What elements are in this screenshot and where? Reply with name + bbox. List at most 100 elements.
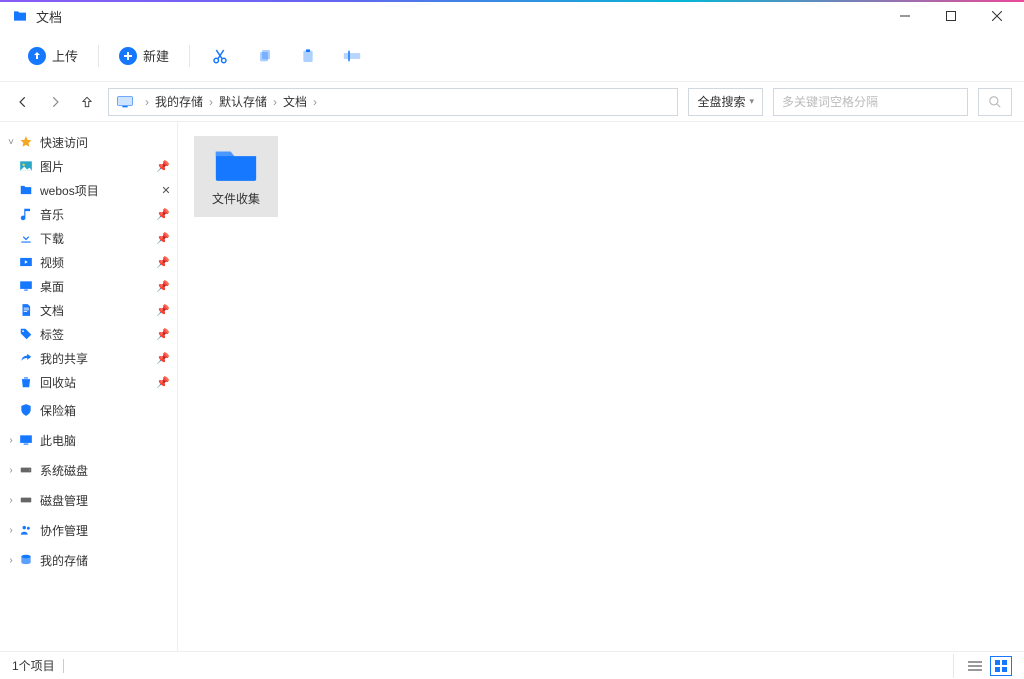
toolbar: 上传 新建 (0, 30, 1024, 82)
sidebar-collab[interactable]: › 协作管理 (0, 518, 177, 542)
close-icon[interactable]: ✕ (161, 184, 171, 197)
chevron-right-icon: › (273, 95, 277, 109)
sidebar-item-label: 标签 (40, 326, 155, 343)
pin-icon: 📌 (155, 208, 171, 221)
sidebar-item-music[interactable]: 音乐 📌 (0, 202, 177, 226)
chevron-right-icon: › (4, 525, 18, 536)
disk-icon (18, 462, 34, 478)
sidebar-safe-label: 保险箱 (40, 402, 177, 419)
search-input-wrapper (773, 88, 968, 116)
address-bar[interactable]: › 我的存储 › 默认存储 › 文档 › (108, 88, 678, 116)
minimize-button[interactable] (882, 2, 928, 30)
quick-access-label: 快速访问 (40, 134, 177, 151)
breadcrumb-item[interactable]: 默认存储 (219, 93, 267, 110)
star-icon (18, 134, 34, 150)
sidebar-quick-access[interactable]: ˅ 快速访问 (0, 130, 177, 154)
folder-item[interactable]: 文件收集 (194, 136, 278, 217)
folder-icon (214, 146, 258, 182)
sidebar-item-label: 音乐 (40, 206, 155, 223)
sidebar-sysdisk-label: 系统磁盘 (40, 462, 177, 479)
sidebar-my-storage[interactable]: › 我的存储 (0, 548, 177, 572)
new-label: 新建 (143, 46, 169, 65)
plus-icon (119, 47, 137, 65)
search-scope-dropdown[interactable]: 全盘搜索 ▾ (688, 88, 763, 116)
new-button[interactable]: 新建 (103, 40, 185, 71)
sidebar-item-label: 视频 (40, 254, 155, 271)
sidebar-collab-label: 协作管理 (40, 522, 177, 539)
share-icon (18, 350, 34, 366)
titlebar: 文档 (0, 0, 1024, 30)
upload-button[interactable]: 上传 (12, 40, 94, 71)
pin-icon: 📌 (155, 352, 171, 365)
up-button[interactable] (76, 91, 98, 113)
search-input[interactable] (782, 95, 959, 109)
tag-icon (18, 326, 34, 342)
breadcrumb-item[interactable]: 我的存储 (155, 93, 203, 110)
sidebar-mystorage-label: 我的存储 (40, 552, 177, 569)
breadcrumb-item[interactable]: 文档 (283, 93, 307, 110)
separator-icon (953, 654, 954, 678)
maximize-button[interactable] (928, 2, 974, 30)
sidebar-this-pc-label: 此电脑 (40, 432, 177, 449)
list-view-button[interactable] (964, 656, 986, 676)
sidebar-item-downloads[interactable]: 下载 📌 (0, 226, 177, 250)
sidebar-this-pc[interactable]: › 此电脑 (0, 428, 177, 452)
grid-view-button[interactable] (990, 656, 1012, 676)
sidebar: ˅ 快速访问 图片 📌 webos项目 ✕ 音乐 📌 下载 📌 视频 (0, 122, 178, 651)
sidebar-item-documents[interactable]: 文档 📌 (0, 298, 177, 322)
chevron-down-icon: ˅ (4, 137, 18, 148)
sidebar-item-myshare[interactable]: 我的共享 📌 (0, 346, 177, 370)
sidebar-item-pictures[interactable]: 图片 📌 (0, 154, 177, 178)
pin-icon: 📌 (155, 160, 171, 173)
content-area[interactable]: 文件收集 (178, 122, 1024, 651)
window-title: 文档 (36, 7, 62, 26)
safe-icon (18, 402, 34, 418)
copy-button[interactable] (246, 38, 282, 74)
forward-button[interactable] (44, 91, 66, 113)
pin-icon: 📌 (155, 256, 171, 269)
chevron-right-icon: › (313, 95, 317, 109)
sidebar-system-disk[interactable]: › 系统磁盘 (0, 458, 177, 482)
sidebar-item-label: 我的共享 (40, 350, 155, 367)
cut-button[interactable] (202, 38, 238, 74)
chevron-right-icon: › (4, 435, 18, 446)
sidebar-disk-mgmt[interactable]: › 磁盘管理 (0, 488, 177, 512)
sidebar-item-trash[interactable]: 回收站 📌 (0, 370, 177, 394)
disk-icon (18, 492, 34, 508)
sidebar-item-desktop[interactable]: 桌面 📌 (0, 274, 177, 298)
music-icon (18, 206, 34, 222)
search-button[interactable] (978, 88, 1012, 116)
pin-icon: 📌 (155, 232, 171, 245)
storage-icon (18, 552, 34, 568)
paste-button[interactable] (290, 38, 326, 74)
pin-icon: 📌 (155, 280, 171, 293)
sidebar-item-tags[interactable]: 标签 📌 (0, 322, 177, 346)
sidebar-item-label: 桌面 (40, 278, 155, 295)
sidebar-item-label: 文档 (40, 302, 155, 319)
video-icon (18, 254, 34, 270)
sidebar-safe[interactable]: 保险箱 (0, 398, 177, 422)
sidebar-item-label: 下载 (40, 230, 155, 247)
rename-button[interactable] (334, 38, 370, 74)
close-button[interactable] (974, 2, 1020, 30)
chevron-right-icon: › (4, 465, 18, 476)
pin-icon: 📌 (155, 376, 171, 389)
back-button[interactable] (12, 91, 34, 113)
folder-icon (12, 8, 28, 24)
status-count: 1个项目 (12, 657, 55, 674)
sidebar-item-webos[interactable]: webos项目 ✕ (0, 178, 177, 202)
sidebar-item-videos[interactable]: 视频 📌 (0, 250, 177, 274)
pin-icon: 📌 (155, 328, 171, 341)
chevron-right-icon: › (145, 95, 149, 109)
chevron-right-icon: › (209, 95, 213, 109)
separator-icon (189, 45, 190, 67)
upload-label: 上传 (52, 46, 78, 65)
computer-icon (18, 432, 34, 448)
doc-icon (18, 302, 34, 318)
sidebar-diskmgmt-label: 磁盘管理 (40, 492, 177, 509)
trash-icon (18, 374, 34, 390)
chevron-right-icon: › (4, 555, 18, 566)
chevron-down-icon: ▾ (749, 96, 754, 107)
chevron-right-icon: › (4, 495, 18, 506)
desktop-icon (18, 278, 34, 294)
